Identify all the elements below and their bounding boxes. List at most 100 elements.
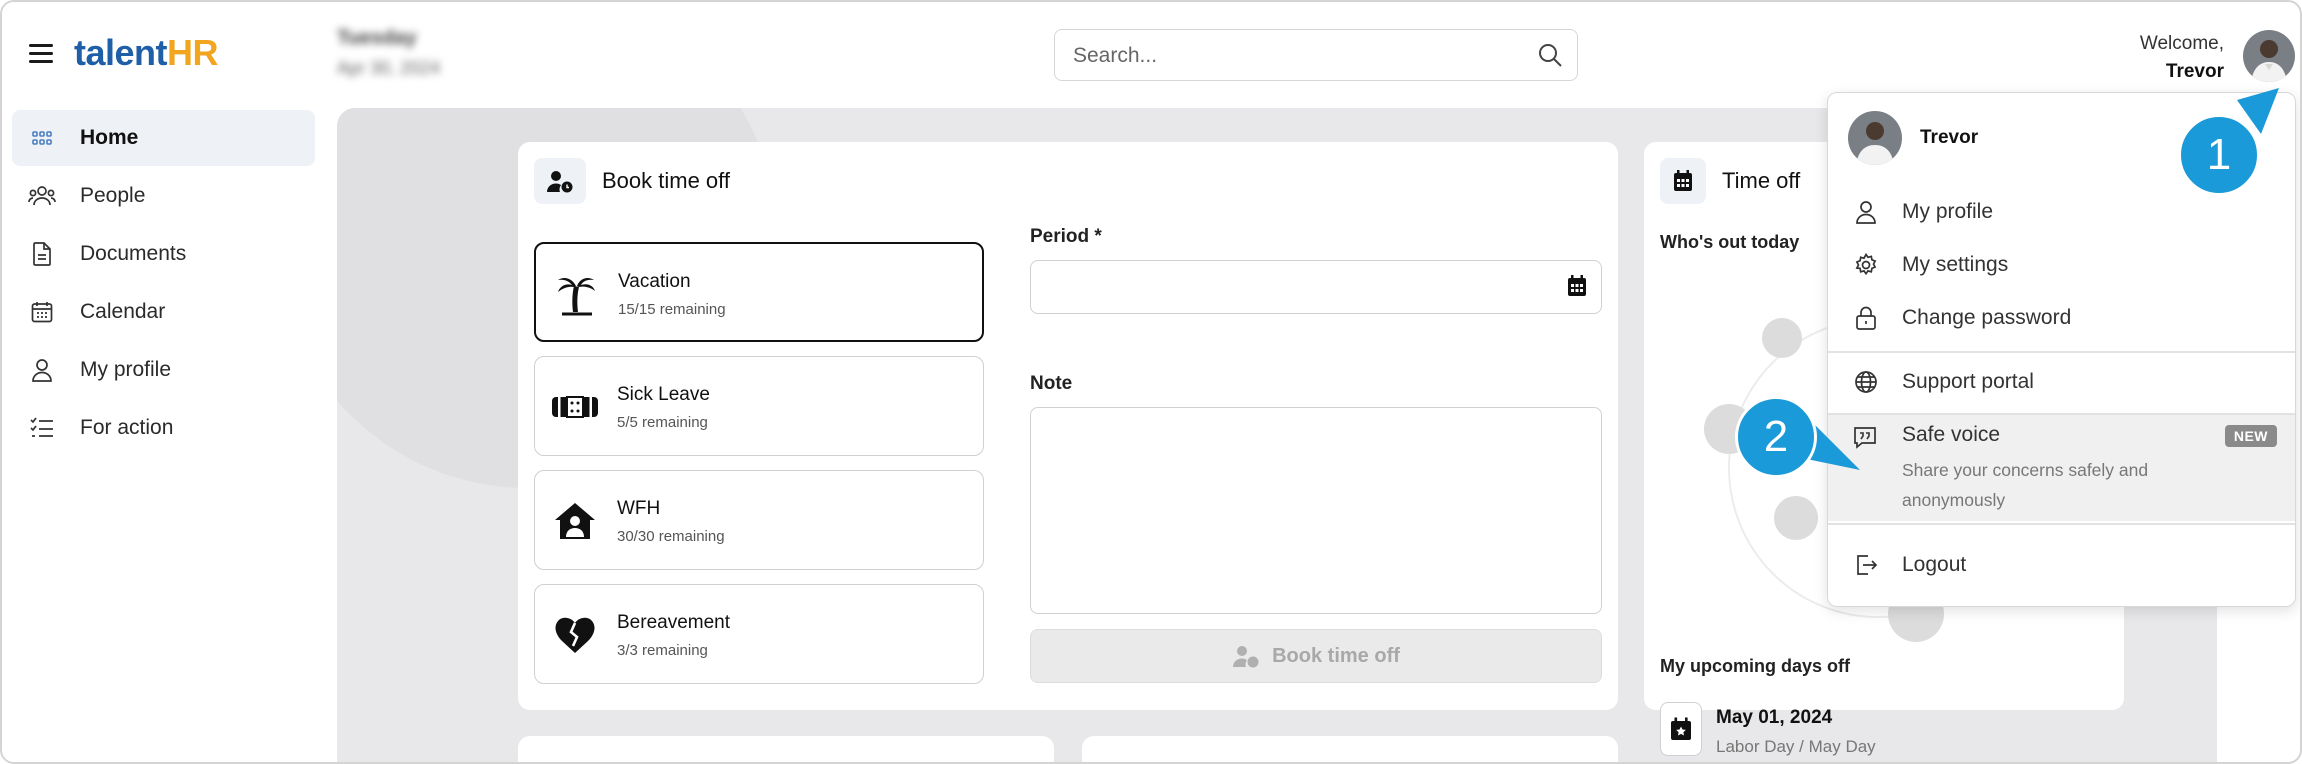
avatar xyxy=(1848,111,1902,165)
menu-item-change-password[interactable]: Change password xyxy=(1828,292,2295,344)
broken-heart-icon xyxy=(551,613,599,657)
safe-voice-description: Share your concerns safely and anonymous… xyxy=(1902,460,2149,510)
sidebar-item-my-profile[interactable]: My profile xyxy=(12,342,315,398)
menu-item-label: Support portal xyxy=(1902,370,2034,393)
note-textarea[interactable] xyxy=(1030,407,1602,614)
callout-badge-1: 1 xyxy=(2178,114,2260,196)
lock-icon xyxy=(1852,304,1880,332)
user-avatar-button[interactable] xyxy=(2243,30,2295,82)
logo-text-talent: talent xyxy=(74,32,168,73)
date-full: Apr 30, 2024 xyxy=(337,58,441,78)
welcome-user-name: Trevor xyxy=(2165,61,2224,82)
leave-type-sick-leave[interactable]: Sick Leave 5/5 remaining xyxy=(534,356,984,456)
menu-item-label: Change password xyxy=(1902,306,2072,329)
sidebar-item-calendar[interactable]: Calendar xyxy=(12,284,315,340)
logo-text-hr: HR xyxy=(167,32,219,73)
leave-type-wfh[interactable]: WFH 30/30 remaining xyxy=(534,470,984,570)
welcome-label: Welcome, xyxy=(2139,33,2224,54)
menu-item-safe-voice[interactable]: Safe voice Share your concerns safely an… xyxy=(1828,415,2295,521)
people-icon xyxy=(28,182,56,210)
bottom-card xyxy=(1082,736,1618,762)
sidebar-item-label: For action xyxy=(80,416,174,439)
house-user-icon xyxy=(551,499,599,543)
card-title: Book time off xyxy=(602,168,730,193)
period-date-field[interactable] xyxy=(1030,260,1602,314)
upcoming-holiday-name: Labor Day / May Day xyxy=(1716,737,1876,756)
callout-number: 2 xyxy=(1763,412,1789,461)
search-input[interactable]: Search... xyxy=(1054,29,1578,81)
leave-type-name: Sick Leave xyxy=(617,384,710,405)
whos-out-today-label: Who's out today xyxy=(1660,232,1800,252)
current-date: Tuesday Apr 30, 2024 xyxy=(337,27,440,79)
menu-item-label: Logout xyxy=(1902,553,1967,576)
bandage-icon xyxy=(551,385,599,429)
date-weekday: Tuesday xyxy=(337,27,417,49)
callout-badge-2: 2 xyxy=(1735,396,1817,478)
talenthr-logo[interactable]: talentHR xyxy=(74,32,219,74)
sidebar-item-home[interactable]: Home xyxy=(12,110,315,166)
menu-divider xyxy=(1828,351,2295,353)
calendar-icon[interactable] xyxy=(1567,275,1587,302)
leave-type-vacation[interactable]: Vacation 15/15 remaining xyxy=(534,242,984,342)
upcoming-days-off-label: My upcoming days off xyxy=(1660,656,1851,676)
menu-item-logout[interactable]: Logout xyxy=(1828,539,2295,591)
sidebar-item-label: People xyxy=(80,184,146,207)
leave-type-name: Bereavement xyxy=(617,612,731,633)
user-icon xyxy=(28,356,56,384)
app-window: talentHR Home People Documents Calendar … xyxy=(0,0,2302,764)
list-item[interactable]: May 01, 2024 Labor Day / May Day xyxy=(1660,702,1876,757)
leave-type-remaining: 5/5 remaining xyxy=(617,414,708,431)
calendar-icon xyxy=(28,298,56,326)
book-time-off-button[interactable]: Book time off xyxy=(1030,629,1602,683)
hamburger-menu-icon[interactable] xyxy=(29,44,53,64)
document-icon xyxy=(28,240,56,268)
user-clock-icon xyxy=(1232,644,1260,668)
menu-item-label: My settings xyxy=(1902,253,2009,276)
leave-type-name: WFH xyxy=(617,498,661,519)
sidebar-nav: Home People Documents Calendar My profil… xyxy=(12,110,315,458)
search-placeholder: Search... xyxy=(1073,44,1158,67)
leave-type-name: Vacation xyxy=(618,271,691,292)
sidebar-item-label: Home xyxy=(80,126,139,149)
card-header: Book time off xyxy=(534,158,730,204)
checklist-icon xyxy=(28,414,56,442)
grid-icon xyxy=(28,124,56,152)
menu-divider xyxy=(1828,523,2295,525)
sidebar-item-people[interactable]: People xyxy=(12,168,315,224)
card-header: Time off xyxy=(1660,158,1800,204)
leave-type-bereavement[interactable]: Bereavement 3/3 remaining xyxy=(534,584,984,684)
calendar-star-icon xyxy=(1660,702,1702,756)
welcome-text: Welcome, Trevor xyxy=(2140,30,2224,86)
avatar-placeholder xyxy=(1774,496,1818,540)
gear-icon xyxy=(1852,251,1880,279)
menu-item-support-portal[interactable]: Support portal xyxy=(1828,356,2295,408)
leave-type-remaining: 15/15 remaining xyxy=(618,301,726,318)
avatar-placeholder xyxy=(1762,318,1802,358)
safe-voice-label: Safe voice xyxy=(1902,423,2001,446)
palm-tree-icon xyxy=(552,272,600,316)
calendar-icon xyxy=(1660,158,1706,204)
menu-item-my-settings[interactable]: My settings xyxy=(1828,239,2295,291)
menu-item-label: My profile xyxy=(1902,200,1994,223)
leave-type-remaining: 30/30 remaining xyxy=(617,528,725,545)
bottom-card xyxy=(518,736,1054,762)
book-button-label: Book time off xyxy=(1272,644,1400,667)
period-label: Period * xyxy=(1030,226,1102,247)
user-icon xyxy=(1852,198,1880,226)
note-label: Note xyxy=(1030,373,1073,394)
upcoming-date: May 01, 2024 xyxy=(1716,707,1833,728)
logout-icon xyxy=(1852,551,1880,579)
search-icon[interactable] xyxy=(1537,42,1563,73)
leave-type-remaining: 3/3 remaining xyxy=(617,642,708,659)
sidebar-item-label: Calendar xyxy=(80,300,166,323)
callout-number: 1 xyxy=(2206,130,2232,179)
dropdown-user-header: Trevor xyxy=(1848,111,1978,165)
sidebar-item-documents[interactable]: Documents xyxy=(12,226,315,282)
sidebar-item-label: Documents xyxy=(80,242,187,265)
dropdown-user-name: Trevor xyxy=(1920,127,1979,148)
sidebar-item-for-action[interactable]: For action xyxy=(12,400,315,456)
card-title: Time off xyxy=(1722,168,1801,193)
sidebar-item-label: My profile xyxy=(80,358,172,381)
new-badge: NEW xyxy=(2224,425,2277,447)
book-time-off-card: Book time off Vacation 15/15 remaining S… xyxy=(518,142,1618,710)
